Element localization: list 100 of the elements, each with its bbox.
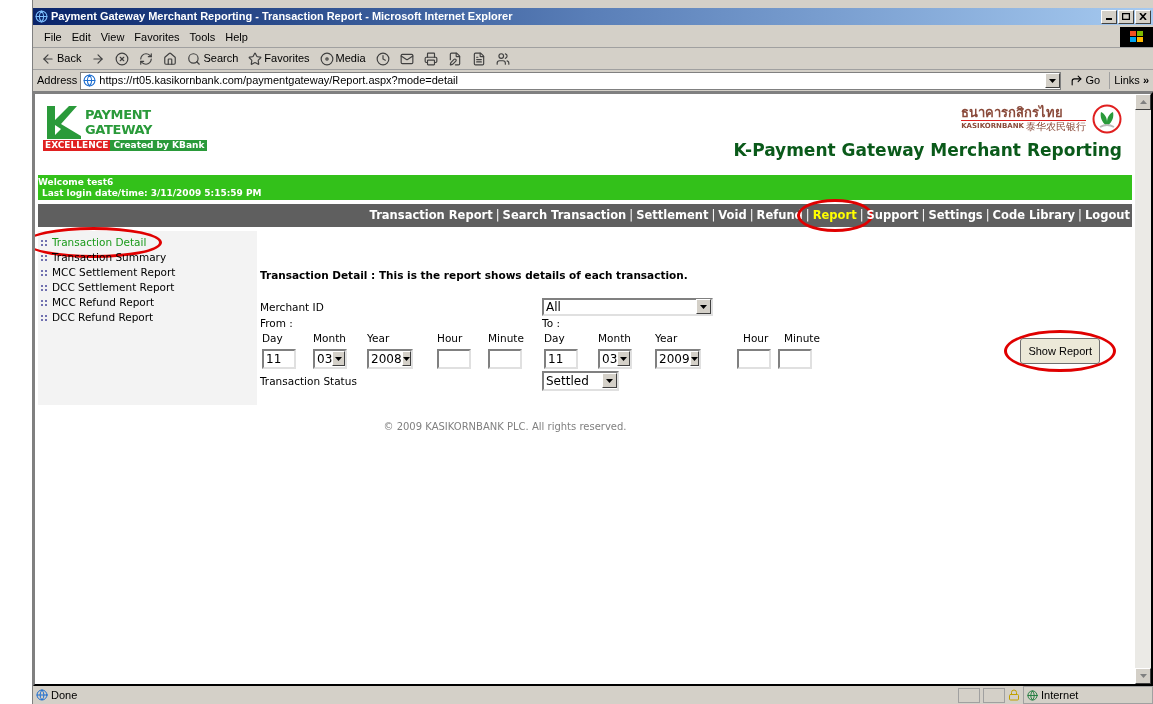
text-field[interactable] <box>778 348 812 369</box>
page-title: K-Payment Gateway Merchant Reporting <box>733 139 1122 162</box>
toolbar-button[interactable]: Back <box>39 50 84 67</box>
go-button[interactable]: Go <box>1064 72 1107 89</box>
field-label: Month <box>313 330 347 346</box>
field-label: Year <box>367 330 391 346</box>
menu-item[interactable]: File <box>39 28 67 46</box>
browser-icon <box>35 10 48 23</box>
toolbar-button[interactable]: Favorites <box>246 50 312 67</box>
bank-name-chinese: 泰华农民银行 <box>1026 121 1086 132</box>
nav-separator: | <box>1077 206 1083 224</box>
text-field[interactable]: 11 <box>262 348 296 369</box>
lock-icon <box>1008 689 1020 701</box>
menu-item[interactable]: Help <box>220 28 253 46</box>
logo-text: PAYMENT <box>85 107 152 122</box>
status-text: Done <box>51 687 79 703</box>
field-label: Minute <box>783 330 821 346</box>
merchant-dropdown[interactable]: All <box>542 297 713 316</box>
dropdown[interactable]: 2008 <box>367 348 413 369</box>
nav-separator: | <box>920 206 927 224</box>
text-field[interactable] <box>437 348 471 369</box>
close-button[interactable] <box>1135 9 1151 24</box>
star-icon <box>248 51 263 66</box>
menu-item[interactable]: Edit <box>66 28 96 46</box>
disc-icon <box>319 51 334 66</box>
nav-separator: | <box>494 206 501 224</box>
edit-icon <box>447 51 462 66</box>
nav-separator: | <box>984 206 991 224</box>
zone-indicator: Internet <box>1023 685 1153 704</box>
bullet-icon <box>41 239 47 246</box>
windows-logo-icon <box>1120 27 1153 47</box>
address-label: Address <box>37 73 78 89</box>
up-arrow-icon <box>1139 100 1147 104</box>
status-pane <box>983 687 1005 703</box>
bullet-icon <box>41 284 47 291</box>
nav-separator: | <box>748 206 755 224</box>
links-button[interactable]: Links » <box>1109 72 1153 89</box>
nav-link[interactable]: Settings <box>928 207 983 222</box>
nav-link[interactable]: Void <box>718 207 747 222</box>
field-label: Day <box>262 330 284 346</box>
address-field[interactable]: https://rt05.kasikornbank.com/paymentgateway/Report.aspx?mode=detail <box>80 71 1062 90</box>
field-label: Year <box>655 330 679 346</box>
bullet-icon <box>41 269 47 276</box>
last-login-text: Last login date/time: 3/11/2009 5:15:59 PM <box>41 187 263 199</box>
show-report-button[interactable]: Show Report <box>1020 337 1100 364</box>
dropdown[interactable]: 03 <box>313 348 347 369</box>
go-arrow-icon <box>1070 74 1084 87</box>
logo-tag: EXCELLENCE <box>43 140 111 151</box>
copyright-text: © 2009 KASIKORNBANK PLC. All rights reserved. <box>383 420 627 434</box>
sidebar-link[interactable]: DCC Settlement Report <box>52 279 175 296</box>
printer-icon <box>423 51 438 66</box>
report-heading: Transaction Detail : This is the report shows details of each transaction. <box>260 268 689 283</box>
toolbar-button[interactable]: Search <box>185 50 241 67</box>
scroll-down-button[interactable] <box>1135 668 1151 684</box>
bullet-icon <box>41 314 47 321</box>
sidebar-link[interactable]: MCC Refund Report <box>52 294 155 311</box>
nav-link[interactable]: Code Library <box>992 207 1076 222</box>
status-pane <box>958 687 980 703</box>
sidebar-link[interactable]: MCC Settlement Report <box>52 264 176 281</box>
nav-link[interactable]: Report <box>812 207 857 222</box>
nav-link[interactable]: Transaction Report <box>369 207 493 222</box>
down-arrow-icon <box>1139 674 1147 678</box>
sidebar-link[interactable]: Transaction Detail <box>52 234 147 251</box>
toolbar-button[interactable]: Media <box>317 50 368 67</box>
field-label: Transaction Status <box>260 373 358 389</box>
nav-link[interactable]: Logout <box>1084 207 1130 222</box>
page-icon <box>83 74 97 87</box>
status-dropdown[interactable]: Settled <box>542 370 619 391</box>
text-field[interactable]: 11 <box>544 348 578 369</box>
dropdown[interactable]: 03 <box>598 348 632 369</box>
field-label: Hour <box>742 330 770 346</box>
dropdown[interactable]: 2009 <box>655 348 701 369</box>
bank-name-thai: ธนาคารกสิกรไทย <box>961 106 1064 120</box>
menu-item[interactable]: Favorites <box>129 28 185 46</box>
field-label: Minute <box>488 330 525 346</box>
nav-link[interactable]: Search Transaction <box>502 207 627 222</box>
nav-link[interactable]: Settlement <box>636 207 709 222</box>
nav-separator: | <box>858 206 865 224</box>
page-icon <box>36 689 48 701</box>
close-icon <box>1139 13 1147 20</box>
clock-icon <box>375 51 390 66</box>
nav-separator: | <box>628 206 635 224</box>
field-label: Month <box>598 330 632 346</box>
welcome-text: Welcome test6 <box>38 176 115 188</box>
minimize-button[interactable] <box>1101 9 1117 24</box>
scroll-up-button[interactable] <box>1135 94 1151 110</box>
field-label: Day <box>544 330 566 346</box>
range-label: From : <box>260 315 294 331</box>
maximize-button[interactable] <box>1118 9 1134 24</box>
field-label: Hour <box>437 330 464 346</box>
menu-item[interactable]: Tools <box>184 28 221 46</box>
maximize-icon <box>1122 13 1130 20</box>
sidebar-link[interactable]: DCC Refund Report <box>52 309 154 326</box>
menu-item[interactable]: View <box>95 28 130 46</box>
bullet-icon <box>41 254 47 261</box>
text-field[interactable] <box>737 348 771 369</box>
stop-icon <box>115 51 130 66</box>
window-title: Payment Gateway Merchant Reporting - Transaction Report - Microsoft Internet Explorer <box>51 9 513 25</box>
refresh-icon <box>139 51 154 66</box>
text-field[interactable] <box>488 348 522 369</box>
